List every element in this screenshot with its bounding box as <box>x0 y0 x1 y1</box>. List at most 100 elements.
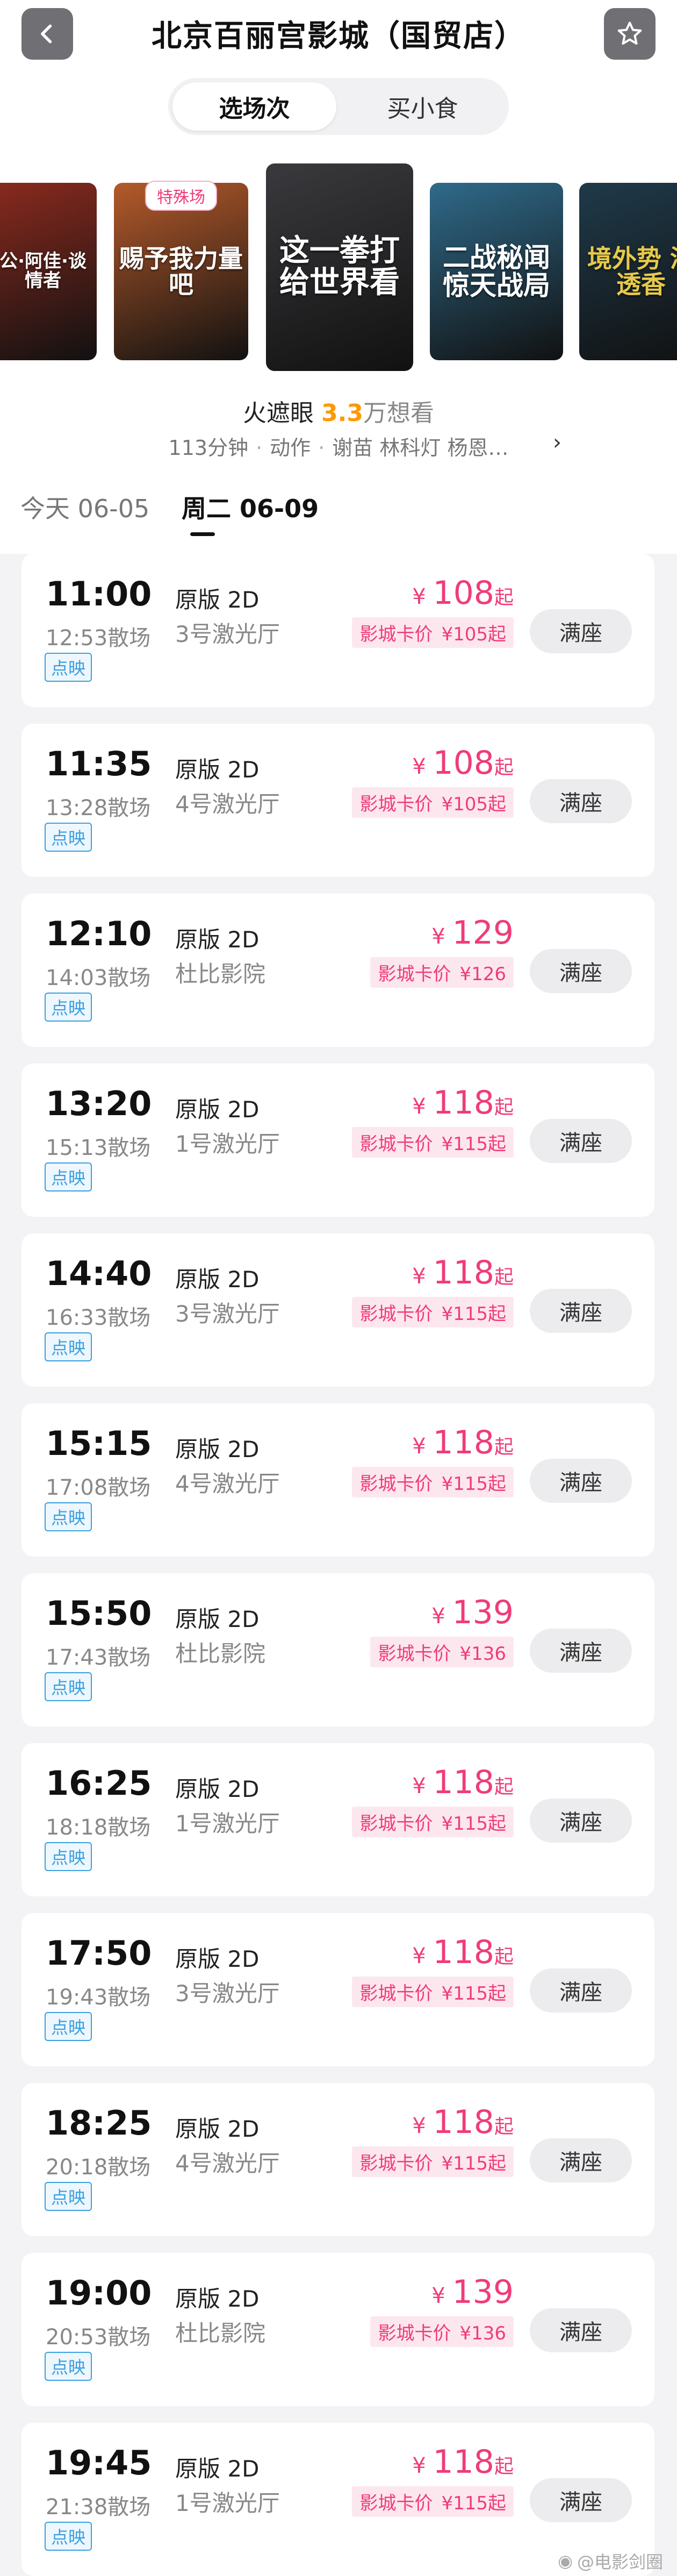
showtime-card[interactable]: 15:15 17:08散场 点映 原版 2D 4号激光厅 ¥ 118起 影城卡价 ¥115起 满… <box>21 1403 654 1557</box>
end-time: 15:13散场 <box>46 1136 151 1160</box>
full-seat-button[interactable]: 满座 <box>530 1968 632 2013</box>
showtime-card[interactable]: 14:40 16:33散场 点映 原版 2D 3号激光厅 ¥ 118起 影城卡价 ¥115起 满… <box>21 1233 654 1387</box>
showtime-card[interactable]: 11:00 12:53散场 点映 原版 2D 3号激光厅 ¥ 108起 影城卡价 ¥105起 满… <box>21 554 654 707</box>
movie-info[interactable]: 火遮眼 3.3万想看 113分钟 · 动作 · 谢苗 林科灯 杨恩… › <box>0 382 677 473</box>
card-price-value: ¥105起 <box>441 624 506 645</box>
card-price: 影城卡价 ¥136 <box>370 1637 514 1667</box>
card-price: 影城卡价 ¥115起 <box>352 1467 514 1497</box>
showtime-card[interactable]: 16:25 18:18散场 点映 原版 2D 1号激光厅 ¥ 118起 影城卡价 ¥115起 满… <box>21 1743 654 1896</box>
card-price-label: 影城卡价 <box>359 794 433 815</box>
favorite-button[interactable] <box>604 8 656 60</box>
preview-tag: 点映 <box>45 653 92 682</box>
movie-wants: 万想看 <box>363 399 434 427</box>
currency-symbol: ¥ <box>412 584 426 609</box>
price: ¥ 118起 <box>412 2443 514 2481</box>
full-seat-button[interactable]: 满座 <box>530 609 632 653</box>
full-seat-button[interactable]: 满座 <box>530 1119 632 1163</box>
end-time: 17:43散场 <box>46 1645 151 1670</box>
hall-label: 1号激光厅 <box>175 1810 280 1837</box>
full-seat-button[interactable]: 满座 <box>530 1629 632 1673</box>
version-label: 原版 2D <box>175 2286 260 2312</box>
tab-date-today[interactable]: 今天 06-05 <box>20 489 149 525</box>
movie-genre: 动作 <box>270 436 311 460</box>
card-price: 影城卡价 ¥105起 <box>352 617 514 648</box>
preview-tag: 点映 <box>45 1842 92 1871</box>
poster-item[interactable]: 特殊场 赐予我力量吧 <box>114 181 248 360</box>
card-price: 影城卡价 ¥115起 <box>352 2146 514 2177</box>
price-suffix: 起 <box>494 1096 514 1118</box>
tab-date-selected[interactable]: 周二 06-09 <box>182 489 319 525</box>
showtime-card[interactable]: 12:10 14:03散场 点映 原版 2D 杜比影院 ¥ 129 影城卡价 ¥126 满座 <box>21 894 654 1047</box>
card-price-value: ¥136 <box>459 2323 506 2344</box>
currency-symbol: ¥ <box>412 754 426 779</box>
chevron-right-icon[interactable]: › <box>553 430 561 455</box>
preview-tag: 点映 <box>45 1672 92 1701</box>
full-seat-button[interactable]: 满座 <box>530 2308 632 2352</box>
end-time: 18:18散场 <box>46 1815 151 1840</box>
card-price-value: ¥115起 <box>441 2153 506 2174</box>
poster-item[interactable]: 二战秘闻 惊天战局 <box>430 183 563 360</box>
price-suffix: 起 <box>494 2456 514 2478</box>
card-price-value: ¥105起 <box>441 794 506 815</box>
hall-label: 4号激光厅 <box>175 2150 280 2177</box>
preview-tag: 点映 <box>45 993 92 1022</box>
preview-tag: 点映 <box>45 2182 92 2211</box>
showtime-card[interactable]: 19:00 20:53散场 点映 原版 2D 杜比影院 ¥ 139 影城卡价 ¥136 满座 <box>21 2253 654 2406</box>
card-price-label: 影城卡价 <box>378 1643 451 1665</box>
movie-name: 火遮眼 <box>243 399 314 427</box>
price-value: 118 <box>433 1084 494 1122</box>
full-seat-button[interactable]: 满座 <box>530 2138 632 2182</box>
tab-showtimes[interactable]: 选场次 <box>172 82 336 131</box>
card-price-label: 影城卡价 <box>359 2153 433 2174</box>
showtime-card[interactable]: 13:20 15:13散场 点映 原版 2D 1号激光厅 ¥ 118起 影城卡价 ¥115起 满… <box>21 1064 654 1217</box>
showtime-card[interactable]: 18:25 20:18散场 点映 原版 2D 4号激光厅 ¥ 118起 影城卡价 ¥115起 满… <box>21 2083 654 2236</box>
price: ¥ 139 <box>431 1594 514 1631</box>
currency-symbol: ¥ <box>412 2453 426 2478</box>
card-price: 影城卡价 ¥115起 <box>352 1297 514 1328</box>
card-price-label: 影城卡价 <box>378 964 451 985</box>
card-price-label: 影城卡价 <box>359 1473 433 1495</box>
poster-item[interactable]: 境外势 渗透香 <box>579 183 677 360</box>
price-value: 118 <box>433 1424 494 1461</box>
full-seat-button[interactable]: 满座 <box>530 1289 632 1333</box>
weibo-icon: ◉ <box>558 2551 573 2571</box>
currency-symbol: ¥ <box>412 1944 426 1968</box>
poster-carousel[interactable]: 公·阿佳·谈情者 特殊场 赐予我力量吧 这一拳打给世界看 二战秘闻 惊天战局 境… <box>0 161 677 382</box>
price-value: 108 <box>433 574 494 612</box>
card-price-value: ¥115起 <box>441 1303 506 1325</box>
price-suffix: 起 <box>494 757 514 779</box>
showtime-card[interactable]: 11:35 13:28散场 点映 原版 2D 4号激光厅 ¥ 108起 影城卡价 ¥105起 满… <box>21 724 654 877</box>
price-suffix: 起 <box>494 1266 514 1288</box>
version-label: 原版 2D <box>175 2456 260 2482</box>
showtime-card[interactable]: 15:50 17:43散场 点映 原版 2D 杜比影院 ¥ 139 影城卡价 ¥136 满座 <box>21 1573 654 1726</box>
card-price: 影城卡价 ¥115起 <box>352 2486 514 2517</box>
preview-tag: 点映 <box>45 2012 92 2041</box>
full-seat-button[interactable]: 满座 <box>530 779 632 823</box>
full-seat-button[interactable]: 满座 <box>530 949 632 993</box>
card-price-label: 影城卡价 <box>359 1983 433 2004</box>
price: ¥ 118起 <box>412 1933 514 1971</box>
currency-symbol: ¥ <box>412 1434 426 1459</box>
card-price: 影城卡价 ¥115起 <box>352 1127 514 1158</box>
card-price: 影城卡价 ¥136 <box>370 2316 514 2347</box>
poster-item-selected[interactable]: 这一拳打给世界看 <box>266 163 413 371</box>
card-price-value: ¥115起 <box>441 1813 506 1835</box>
hall-label: 4号激光厅 <box>175 1471 280 1497</box>
price-value: 118 <box>433 1933 494 1971</box>
showtime-card[interactable]: 17:50 19:43散场 点映 原版 2D 3号激光厅 ¥ 118起 影城卡价 ¥115起 满… <box>21 1913 654 2066</box>
version-label: 原版 2D <box>175 1606 260 1632</box>
hall-label: 杜比影院 <box>175 961 266 987</box>
preview-tag: 点映 <box>45 2352 92 2381</box>
poster-item[interactable]: 公·阿佳·谈情者 <box>0 183 97 360</box>
end-time: 20:53散场 <box>46 2325 151 2350</box>
full-seat-button[interactable]: 满座 <box>530 1799 632 1843</box>
hall-label: 杜比影院 <box>175 1640 266 1667</box>
currency-symbol: ¥ <box>431 1604 445 1629</box>
end-time: 17:08散场 <box>46 1475 151 1500</box>
full-seat-button[interactable]: 满座 <box>530 2478 632 2522</box>
card-price-label: 影城卡价 <box>359 624 433 645</box>
card-price-value: ¥115起 <box>441 2493 506 2514</box>
tab-snacks[interactable]: 买小食 <box>341 82 505 131</box>
price-suffix: 起 <box>494 2116 514 2138</box>
full-seat-button[interactable]: 满座 <box>530 1459 632 1503</box>
